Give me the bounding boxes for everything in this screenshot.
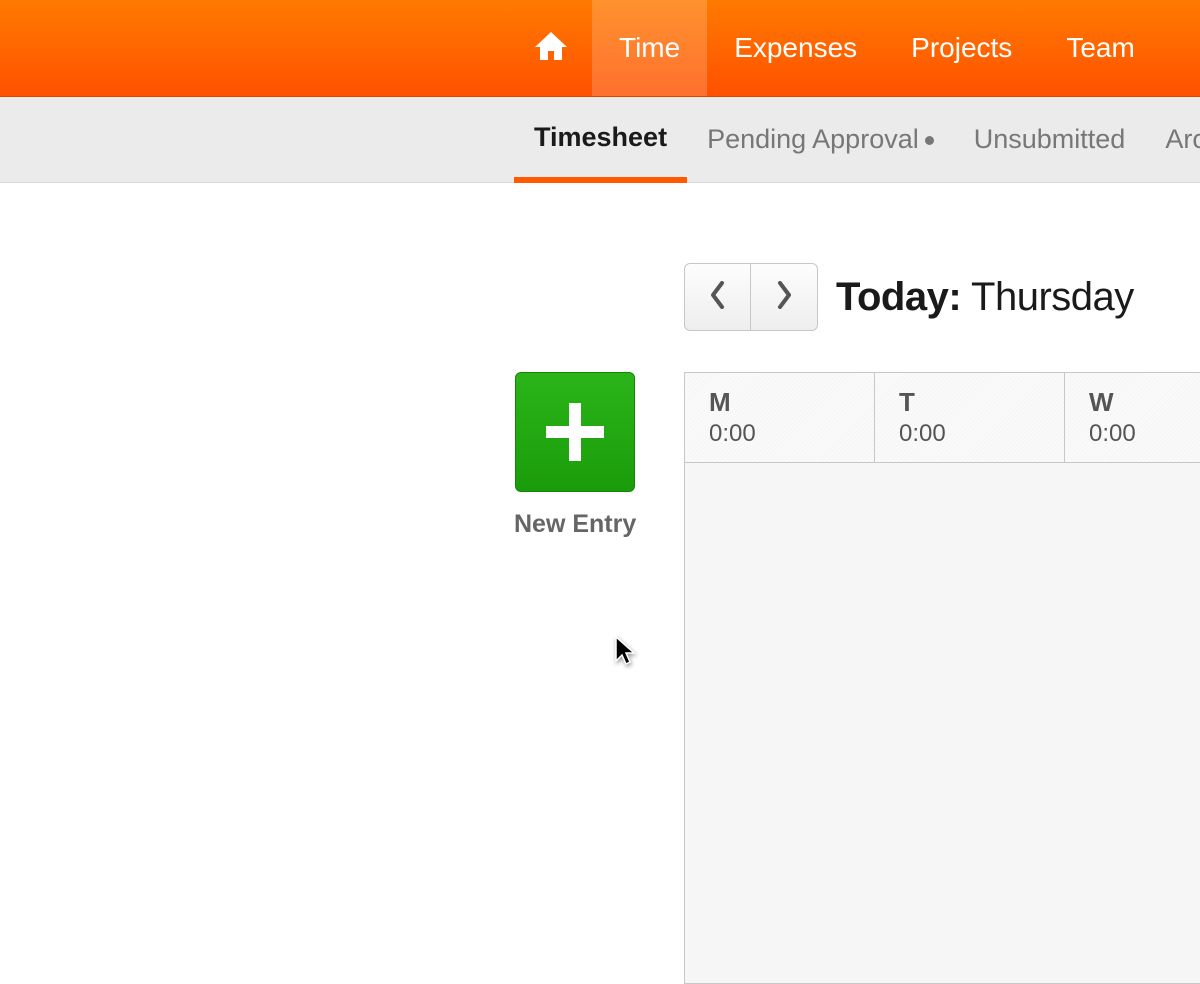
date-stepper <box>684 263 818 331</box>
day-header-tuesday[interactable]: T 0:00 <box>875 373 1065 462</box>
nav-item-team[interactable]: Team <box>1039 0 1161 96</box>
week-table-body <box>685 463 1200 983</box>
week-table: M 0:00 T 0:00 W 0:00 <box>684 372 1200 984</box>
day-header-monday[interactable]: M 0:00 <box>685 373 875 462</box>
next-day-button[interactable] <box>751 264 817 330</box>
day-time: 0:00 <box>1089 420 1200 448</box>
day-header-wednesday[interactable]: W 0:00 <box>1065 373 1200 462</box>
cursor-icon <box>614 635 638 672</box>
plus-icon <box>515 372 635 492</box>
day-letter: T <box>899 387 1040 418</box>
date-title: Today: Thursday <box>836 275 1134 320</box>
day-time: 0:00 <box>709 420 850 448</box>
week-header-row: M 0:00 T 0:00 W 0:00 <box>685 373 1200 463</box>
prev-day-button[interactable] <box>685 264 751 330</box>
nav-home-button[interactable] <box>510 0 592 96</box>
chevron-left-icon <box>709 281 727 314</box>
tab-timesheet[interactable]: Timesheet <box>514 97 687 183</box>
tab-pending-approval-label: Pending Approval <box>707 124 919 155</box>
new-entry-label: New Entry <box>514 510 636 539</box>
tab-pending-approval[interactable]: Pending Approval <box>687 97 954 182</box>
new-entry-button[interactable]: New Entry <box>514 372 636 539</box>
chevron-right-icon <box>775 281 793 314</box>
nav-item-expenses[interactable]: Expenses <box>707 0 884 96</box>
date-prefix: Today: <box>836 275 961 319</box>
day-letter: W <box>1089 387 1200 418</box>
day-time: 0:00 <box>899 420 1040 448</box>
top-nav: Time Expenses Projects Team <box>0 0 1200 97</box>
tab-unsubmitted[interactable]: Unsubmitted <box>954 97 1146 182</box>
date-day: Thursday <box>971 275 1134 319</box>
nav-item-projects[interactable]: Projects <box>884 0 1039 96</box>
sub-nav: Timesheet Pending Approval Unsubmitted A… <box>0 97 1200 183</box>
dot-indicator-icon <box>925 136 934 145</box>
date-header: Today: Thursday <box>684 263 1134 331</box>
home-icon <box>533 30 569 67</box>
nav-item-time[interactable]: Time <box>592 0 707 96</box>
tab-archive[interactable]: Archive <box>1145 97 1200 182</box>
day-letter: M <box>709 387 850 418</box>
content-area: Today: Thursday New Entry M 0:00 T 0:00 … <box>0 183 1200 263</box>
